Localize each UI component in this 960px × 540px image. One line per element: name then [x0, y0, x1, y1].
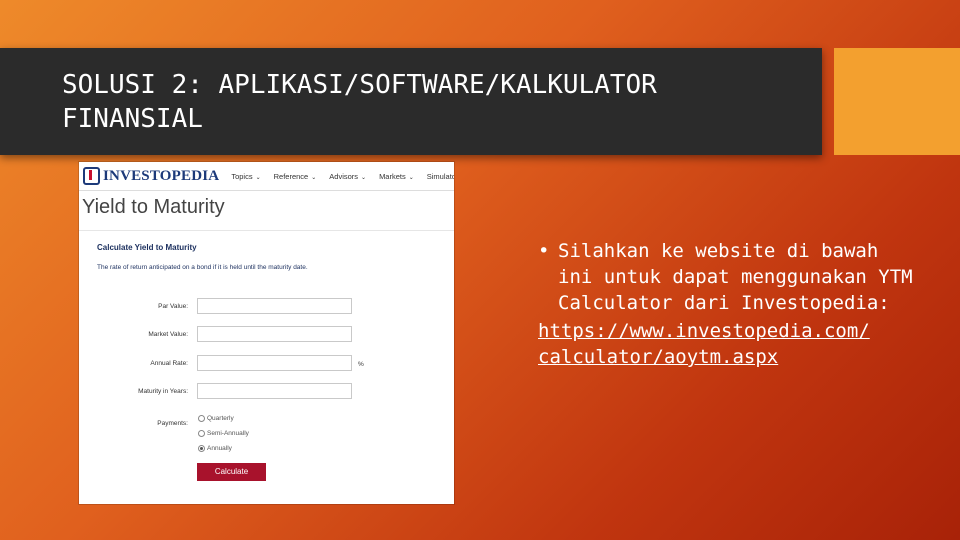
bullet-item: • Silahkan ke website di bawah ini untuk …	[538, 238, 918, 316]
radio-annually[interactable]: Annually	[198, 445, 232, 452]
maturity-years-input[interactable]	[197, 383, 352, 399]
logo-mark-icon	[83, 167, 100, 185]
logo-text: INVESTOPEDIA	[103, 167, 220, 184]
site-nav: INVESTOPEDIA Topics ⌄ Reference ⌄ Advisors…	[79, 162, 454, 191]
par-value-input[interactable]	[197, 298, 352, 314]
accent-box	[834, 48, 960, 155]
annual-rate-input[interactable]	[197, 355, 352, 371]
bullet-text: Silahkan ke website di bawah ini untuk d…	[558, 240, 913, 314]
bullet-block: • Silahkan ke website di bawah ini untuk …	[538, 238, 918, 370]
calculator-title: Calculate Yield to Maturity	[97, 243, 197, 252]
calculator-description: The rate of return anticipated on a bond…	[97, 264, 308, 271]
radio-icon	[198, 430, 205, 437]
chevron-down-icon: ⌄	[255, 174, 261, 181]
maturity-years-label: Maturity in Years:	[138, 388, 188, 395]
market-value-label: Market Value:	[148, 331, 188, 338]
payments-label: Payments:	[157, 420, 188, 427]
investopedia-link[interactable]: https://www.investopedia.com/ calculator…	[538, 318, 918, 370]
chevron-down-icon: ⌄	[361, 174, 367, 181]
link-line-2: calculator/aoytm.aspx	[538, 346, 779, 368]
market-value-input[interactable]	[197, 326, 352, 342]
field-row-annual-rate: Annual Rate: %	[79, 355, 454, 373]
investopedia-logo[interactable]: INVESTOPEDIA	[83, 167, 219, 185]
nav-item-topics[interactable]: Topics ⌄	[231, 172, 260, 181]
radio-quarterly[interactable]: Quarterly	[198, 415, 234, 422]
radio-icon	[198, 415, 205, 422]
bullet-dot-icon: •	[538, 240, 550, 262]
page-heading: Yield to Maturity	[79, 191, 454, 231]
link-line-1: https://www.investopedia.com/	[538, 320, 870, 342]
radio-semi-annually[interactable]: Semi-Annually	[198, 430, 249, 437]
slide-title: SOLUSI 2: APLIKASI/SOFTWARE/KALKULATOR F…	[62, 70, 657, 134]
chevron-down-icon: ⌄	[408, 174, 414, 181]
par-value-label: Par Value:	[158, 303, 188, 310]
field-row-market-value: Market Value:	[79, 326, 454, 344]
radio-selected-icon	[198, 445, 205, 452]
percent-unit: %	[358, 361, 364, 368]
calculate-button[interactable]: Calculate	[197, 463, 266, 481]
investopedia-screenshot: INVESTOPEDIA Topics ⌄ Reference ⌄ Advisors…	[79, 162, 454, 504]
nav-item-reference[interactable]: Reference ⌄	[274, 172, 317, 181]
field-row-par-value: Par Value:	[79, 298, 454, 316]
title-bar: SOLUSI 2: APLIKASI/SOFTWARE/KALKULATOR F…	[0, 48, 822, 155]
field-row-maturity: Maturity in Years:	[79, 383, 454, 401]
nav-item-simulator[interactable]: Simulator⌄	[427, 172, 454, 181]
annual-rate-label: Annual Rate:	[150, 360, 188, 367]
nav-item-advisors[interactable]: Advisors ⌄	[329, 172, 366, 181]
nav-item-markets[interactable]: Markets ⌄	[379, 172, 414, 181]
chevron-down-icon: ⌄	[311, 174, 317, 181]
